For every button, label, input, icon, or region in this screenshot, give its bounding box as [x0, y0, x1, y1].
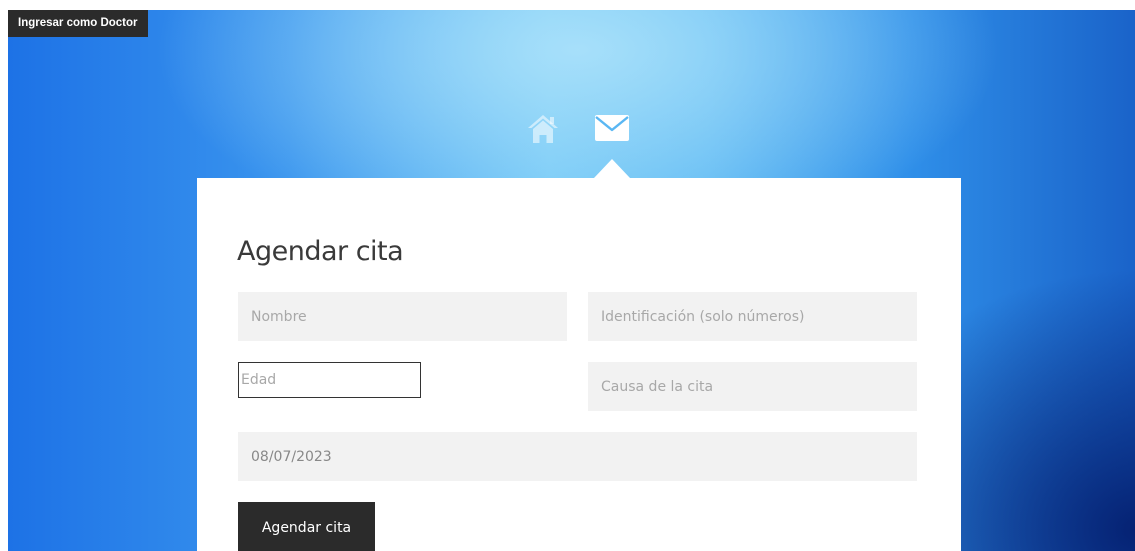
doctor-login-button[interactable]: Ingresar como Doctor: [8, 10, 148, 37]
page-background: Ingresar como Doctor Agendar cita Agenda…: [8, 10, 1135, 551]
nombre-input[interactable]: [238, 292, 567, 341]
identificacion-input[interactable]: [588, 292, 917, 341]
agendar-cita-button[interactable]: Agendar cita: [238, 502, 375, 551]
active-tab-pointer: [594, 159, 630, 178]
fecha-input[interactable]: [238, 432, 917, 481]
envelope-icon[interactable]: [594, 113, 630, 143]
appointment-form-card: Agendar cita Agendar cita: [197, 178, 961, 551]
edad-input[interactable]: [238, 362, 421, 398]
home-icon[interactable]: [527, 113, 559, 145]
causa-input[interactable]: [588, 362, 917, 411]
form-title: Agendar cita: [237, 236, 404, 267]
